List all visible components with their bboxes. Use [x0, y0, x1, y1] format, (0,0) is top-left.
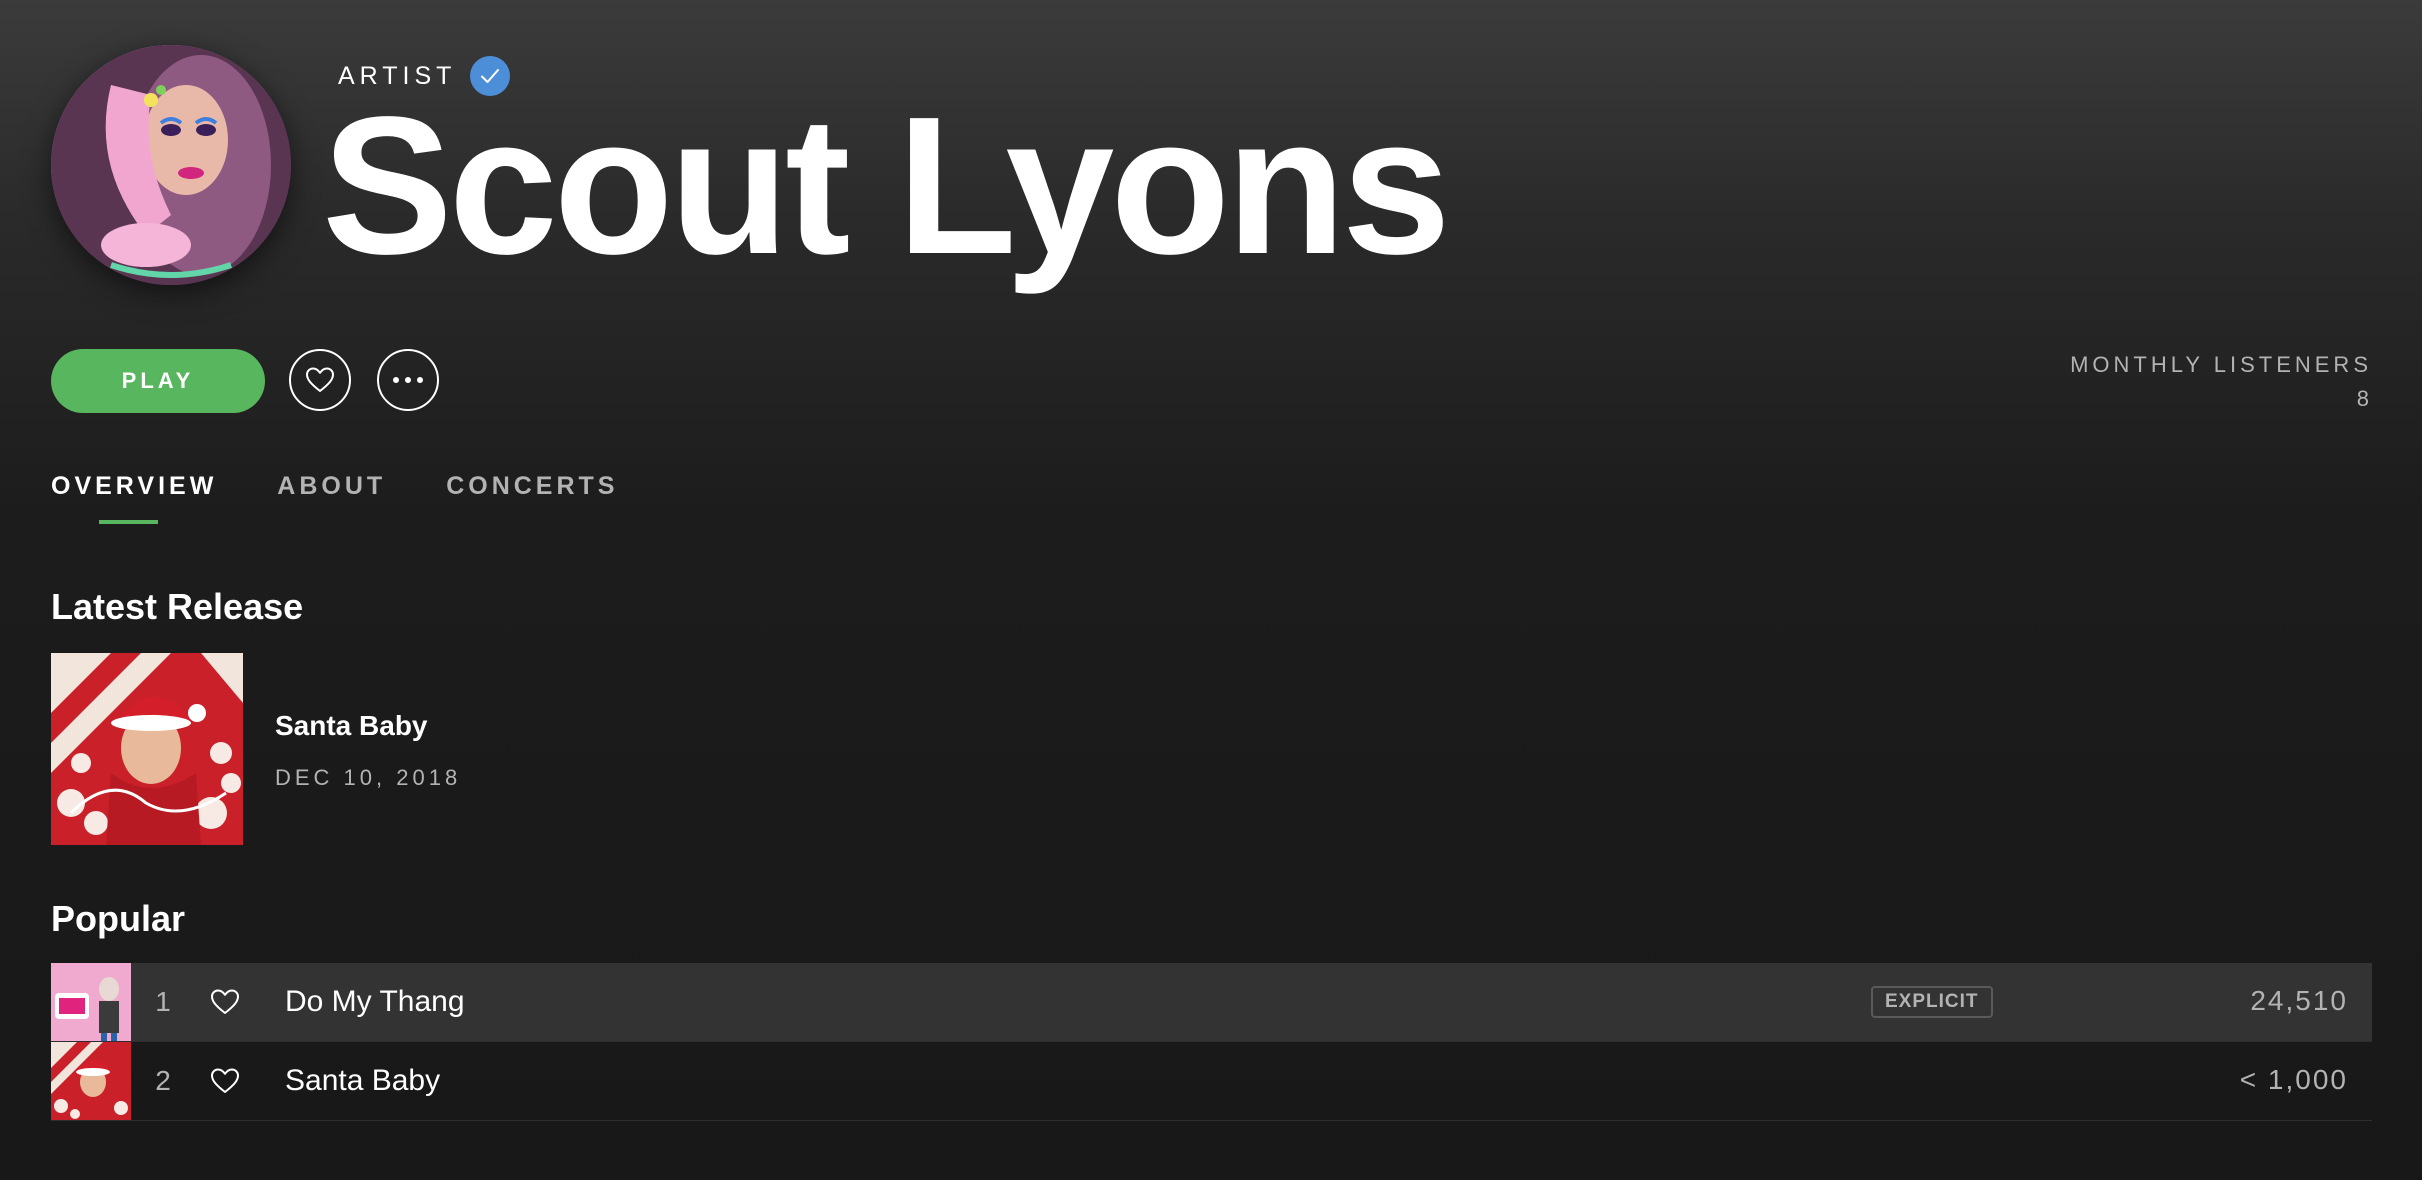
track-play-count: < 1,000: [2239, 1064, 2348, 1095]
monthly-listeners: MONTHLY LISTENERS 8: [2070, 352, 2372, 412]
latest-release-title[interactable]: Santa Baby: [275, 710, 428, 742]
tab-overview[interactable]: OVERVIEW: [51, 472, 217, 501]
heart-icon: [211, 1068, 239, 1093]
artist-name: Scout Lyons: [322, 76, 1451, 295]
more-horizontal-icon: [393, 377, 423, 383]
track-number: 1: [155, 986, 171, 1017]
active-tab-indicator: [99, 520, 158, 524]
popular-heading: Popular: [51, 898, 186, 939]
track-title[interactable]: Santa Baby: [285, 1064, 440, 1098]
save-track-button[interactable]: [195, 1067, 255, 1095]
track-number: 2: [155, 1065, 171, 1096]
play-button[interactable]: PLAY: [51, 349, 265, 413]
heart-icon: [211, 989, 239, 1014]
track-title[interactable]: Do My Thang: [285, 985, 465, 1019]
tab-concerts[interactable]: CONCERTS: [446, 472, 618, 501]
latest-release-date: DEC 10, 2018: [275, 765, 462, 790]
track-row[interactable]: 2 Santa Baby < 1,000: [51, 1042, 2372, 1121]
latest-release-heading: Latest Release: [51, 586, 304, 627]
track-thumbnail: [51, 963, 131, 1041]
track-play-count: 24,510: [2250, 985, 2348, 1016]
monthly-listeners-label: MONTHLY LISTENERS: [2070, 352, 2372, 377]
track-row[interactable]: 1 Do My Thang EXPLICIT 24,510: [51, 963, 2372, 1042]
artist-avatar: [51, 45, 291, 285]
heart-icon: [306, 367, 334, 392]
monthly-listeners-count: 8: [2356, 386, 2372, 411]
track-thumbnail: [51, 1042, 131, 1120]
save-track-button[interactable]: [195, 988, 255, 1016]
latest-release-cover[interactable]: [51, 653, 243, 845]
explicit-badge: EXPLICIT: [1871, 986, 1993, 1018]
popular-tracklist: 1 Do My Thang EXPLICIT 24,510 2 Santa Ba…: [51, 963, 2372, 1121]
follow-button[interactable]: [289, 349, 351, 411]
artist-tabs: OVERVIEW ABOUT CONCERTS: [51, 472, 678, 524]
more-options-button[interactable]: [377, 349, 439, 411]
tab-about[interactable]: ABOUT: [277, 472, 386, 501]
